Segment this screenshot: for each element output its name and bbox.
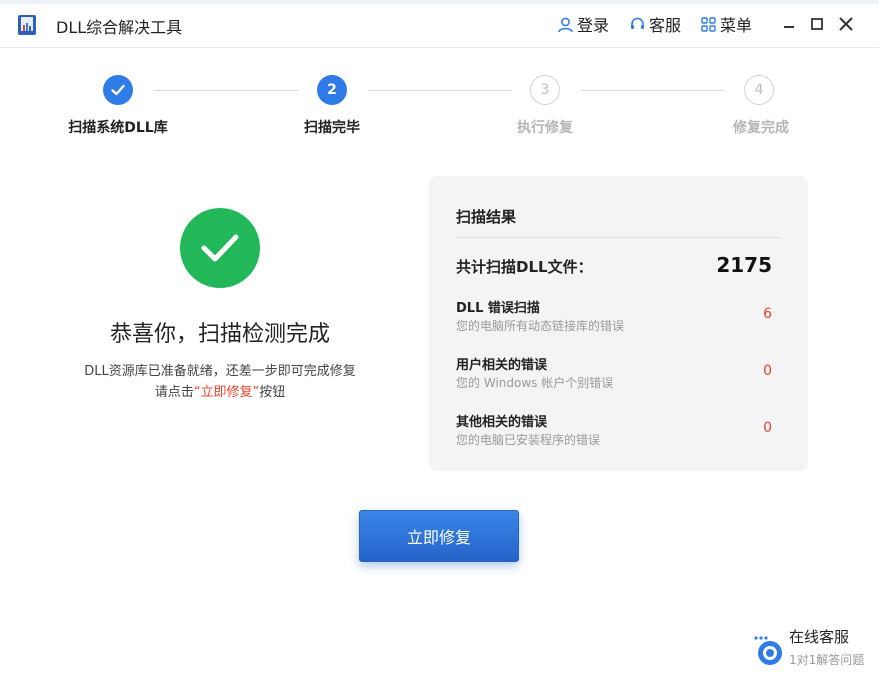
- step-connector-2-3: [368, 90, 512, 91]
- dll-error-count: 6: [763, 306, 772, 322]
- step-3-label: 执行修复: [517, 120, 573, 136]
- online-service-title[interactable]: 在线客服: [789, 626, 849, 647]
- other-error-title: 其他相关的错误: [456, 415, 548, 430]
- step-1-circle: [103, 75, 133, 105]
- card-divider: [456, 237, 781, 238]
- customer-service-button[interactable]: 客服: [629, 13, 681, 35]
- step-connector-1-2: [154, 90, 298, 91]
- grid-menu-icon: [701, 16, 716, 32]
- scan-result-title: 扫描结果: [456, 208, 517, 226]
- click-hint-prefix: 请点击: [154, 385, 194, 400]
- dll-error-scan-subtitle: 您的电脑所有动态链接库的错误: [456, 319, 625, 333]
- click-hint-suffix: 按钮: [259, 385, 286, 400]
- scan-result-card: 扫描结果 共计扫描DLL文件： 2175 DLL 错误扫描 您的电脑所有动态链接…: [429, 176, 808, 471]
- customer-service-label: 客服: [649, 16, 682, 35]
- step-2-label: 扫描完毕: [304, 120, 360, 136]
- other-error-subtitle: 您的电脑已安装程序的错误: [456, 433, 601, 447]
- user-icon: [558, 17, 573, 32]
- ready-description: DLL资源库已准备就绪，还差一步即可完成修复: [84, 364, 356, 379]
- success-check-icon: [180, 208, 260, 288]
- maximize-button[interactable]: [807, 14, 827, 34]
- check-mark-icon: [201, 234, 239, 262]
- step-connector-3-4: [581, 90, 725, 91]
- click-hint: 请点击“立即修复”按钮: [0, 381, 440, 400]
- repair-now-button[interactable]: 立即修复: [359, 510, 519, 562]
- close-button[interactable]: [836, 14, 856, 34]
- maximize-icon: [811, 18, 823, 30]
- online-service-subtitle: 1对1解答问题: [789, 653, 865, 667]
- success-headline: 恭喜你，扫描检测完成: [109, 322, 330, 347]
- minimize-icon: [784, 26, 794, 28]
- step-3-circle: 3: [530, 75, 560, 105]
- menu-button[interactable]: 菜单: [700, 13, 752, 35]
- login-label: 登录: [577, 16, 610, 35]
- dll-error-scan-title: DLL 错误扫描: [456, 301, 540, 316]
- app-logo-icon: [18, 15, 36, 35]
- online-service-icon[interactable]: [752, 632, 786, 666]
- step-2-circle: 2: [317, 75, 347, 105]
- step-check-icon: [111, 84, 125, 96]
- user-error-subtitle: 您的 Windows 帐户个别错误: [456, 376, 614, 390]
- total-dll-count: 2175: [716, 253, 772, 277]
- menu-label: 菜单: [720, 16, 753, 35]
- login-button[interactable]: 登录: [557, 13, 609, 35]
- other-error-count: 0: [763, 420, 772, 436]
- user-error-title: 用户相关的错误: [456, 358, 548, 373]
- app-title: DLL综合解决工具: [56, 18, 183, 37]
- repair-now-link[interactable]: “立即修复”: [194, 385, 259, 400]
- headset-icon: [631, 17, 644, 29]
- title-bar: DLL综合解决工具 登录 客服 菜单: [0, 0, 879, 48]
- step-1-label: 扫描系统DLL库: [68, 120, 168, 136]
- close-icon: [839, 17, 853, 31]
- title-bar-top-strip: [0, 0, 879, 4]
- step-4-circle: 4: [744, 75, 774, 105]
- total-dll-label: 共计扫描DLL文件：: [456, 258, 593, 276]
- minimize-button[interactable]: [779, 14, 799, 34]
- step-4-label: 修复完成: [733, 120, 789, 136]
- user-error-count: 0: [763, 363, 772, 379]
